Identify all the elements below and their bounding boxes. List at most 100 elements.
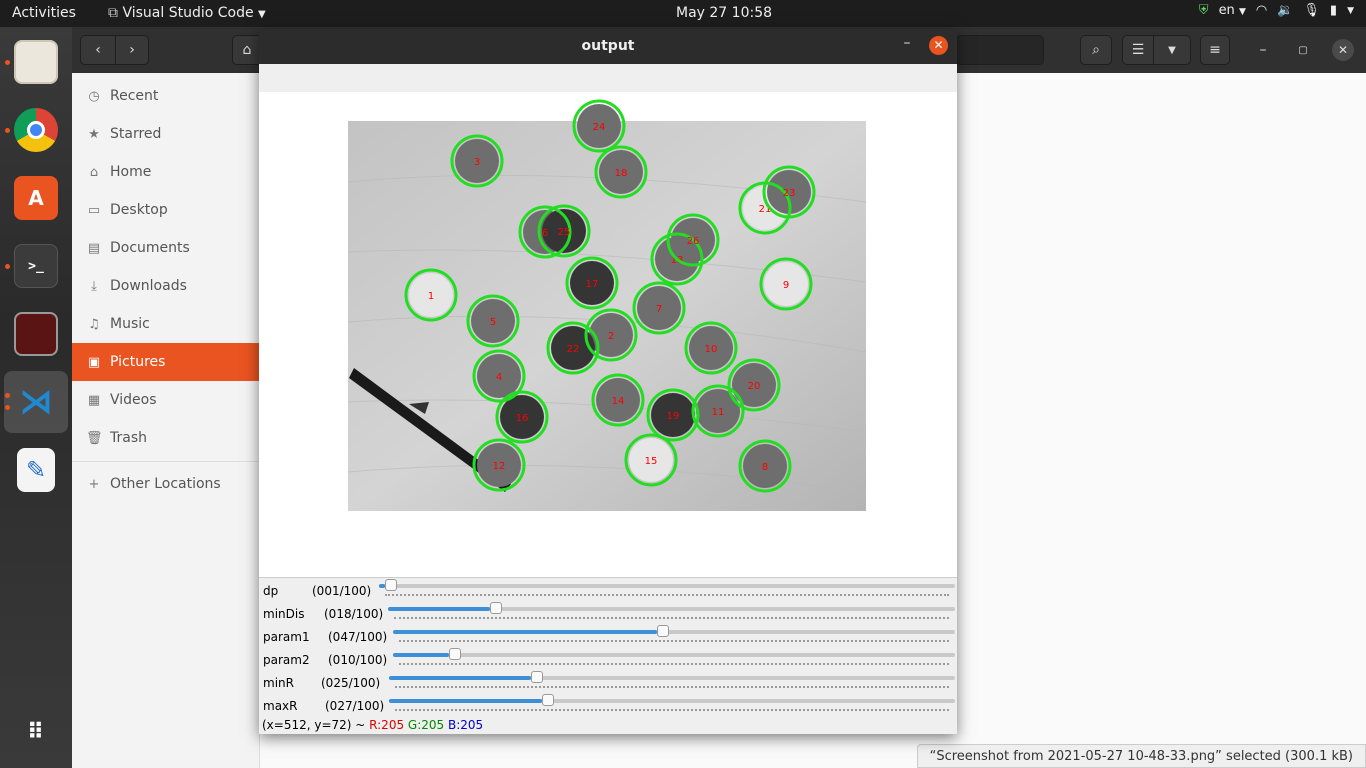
circle-label: 10 xyxy=(705,344,718,355)
running-indicator xyxy=(5,393,10,398)
trackbar-handle[interactable] xyxy=(657,625,670,637)
chevron-right-icon: › xyxy=(129,42,135,58)
circle-label: 26 xyxy=(687,236,700,247)
clock[interactable]: May 27 10:58 xyxy=(676,5,772,21)
circle-label: 22 xyxy=(567,344,580,355)
trackbar-param1: param1 (047/100) xyxy=(259,625,957,649)
trackbar-fill xyxy=(389,676,531,680)
trackbar-slider[interactable] xyxy=(388,602,955,614)
software-store-icon: A xyxy=(14,176,58,220)
close-button[interactable]: ✕ xyxy=(929,36,948,55)
circle-label: 15 xyxy=(645,456,658,467)
maximize-icon: ▢ xyxy=(1298,44,1308,56)
detected-circles-image: 1234567891011121314151617181920212223242… xyxy=(347,99,867,511)
text-editor-launcher[interactable]: ✎ xyxy=(4,439,68,501)
circle-label: 24 xyxy=(593,122,606,133)
pencil-icon: ✎ xyxy=(17,448,55,492)
image-canvas[interactable]: 1 2 3 4 5 6 7 8 9 10 11 12 13 14 15 16 17 18 19 20 21 22 23 24 2… xyxy=(259,92,957,577)
sidebar-item-recent[interactable]: ◷ Recent xyxy=(72,77,260,115)
sidebar-item-pictures[interactable]: ▣ Pictures xyxy=(72,343,260,381)
minimize-button[interactable]: – xyxy=(897,35,917,55)
opencv-output-window: output – ✕ 1 2 3 4 5 6 7 8 9 10 11 12 13… xyxy=(259,29,957,734)
trackbar-value: (001/100) xyxy=(312,584,372,598)
view-options-button[interactable]: ▼ xyxy=(1153,35,1191,65)
minimize-button[interactable]: – xyxy=(1252,35,1274,65)
trackbar-fill xyxy=(393,630,658,634)
trackbar-mindis: minDis (018/100) xyxy=(259,602,957,626)
show-applications-button[interactable]: ⠿ xyxy=(4,701,68,763)
top-bar: Activities ⧉ Visual Studio Code ▼ May 27… xyxy=(0,0,1366,27)
sidebar-item-videos[interactable]: ▦ Videos xyxy=(72,381,260,419)
circle-label: 17 xyxy=(586,279,599,290)
sidebar-item-trash[interactable]: 🗑 Trash xyxy=(72,419,260,457)
circle-label: 18 xyxy=(615,168,628,179)
trackbar-handle[interactable] xyxy=(541,694,554,706)
sidebar-item-music[interactable]: ♫ Music xyxy=(72,305,260,343)
list-view-button[interactable]: ☰ xyxy=(1122,35,1154,65)
star-icon: ★ xyxy=(88,126,100,142)
music-icon: ♫ xyxy=(88,316,100,332)
trackbar-fill xyxy=(379,584,385,588)
trackbar-slider[interactable] xyxy=(393,648,955,660)
language-indicator[interactable]: en ▼ xyxy=(1219,3,1246,18)
trackbar-slider[interactable] xyxy=(389,671,955,683)
red-value: R:205 xyxy=(369,718,405,732)
editor-app-launcher[interactable] xyxy=(4,303,68,365)
files-launcher[interactable] xyxy=(4,31,68,93)
trackbar-handle[interactable] xyxy=(384,579,397,591)
trackbar-label: param1 xyxy=(263,630,310,644)
pixel-status-bar: (x=512, y=72) ~ R:205 G:205 B:205 xyxy=(262,718,483,732)
app-menu[interactable]: ⧉ Visual Studio Code ▼ xyxy=(108,5,266,21)
trackbar-slider[interactable] xyxy=(393,625,955,637)
system-tray[interactable]: ⛨ en ▼ ◠ 🔉 🎙 ▮ ▼ xyxy=(1199,3,1354,18)
circle-label: 1 xyxy=(428,291,434,302)
sidebar-item-downloads[interactable]: ⤓ Downloads xyxy=(72,267,260,305)
trackbar-slider[interactable] xyxy=(379,579,955,591)
close-button[interactable]: ✕ xyxy=(1332,39,1354,61)
activities-button[interactable]: Activities xyxy=(12,5,76,21)
trackbar-handle[interactable] xyxy=(530,671,543,683)
clock-icon: ◷ xyxy=(88,88,100,104)
trackbar-handle[interactable] xyxy=(490,602,503,614)
circle-label: 7 xyxy=(656,304,662,315)
home-path-button[interactable]: ⌂ xyxy=(232,35,262,65)
terminal-launcher[interactable]: >_ xyxy=(4,235,68,297)
menu-button[interactable]: ≡ xyxy=(1200,35,1230,65)
vscode-launcher[interactable]: ⋊ xyxy=(4,371,68,433)
trash-icon: 🗑 xyxy=(86,430,103,446)
sidebar-item-home[interactable]: ⌂ Home xyxy=(72,153,260,191)
window-titlebar[interactable]: output – ✕ xyxy=(259,29,957,64)
files-icon xyxy=(14,40,58,84)
software-launcher[interactable]: A xyxy=(4,167,68,229)
forward-button[interactable]: › xyxy=(115,35,149,65)
trackbar-ticks xyxy=(399,663,949,666)
green-value: G:205 xyxy=(407,718,445,732)
sidebar-item-desktop[interactable]: ▭ Desktop xyxy=(72,191,260,229)
trackbar-handle[interactable] xyxy=(449,648,462,660)
vscode-icon: ⋊ xyxy=(19,382,53,422)
chrome-icon xyxy=(14,108,58,152)
sidebar-item-documents[interactable]: ▤ Documents xyxy=(72,229,260,267)
trackbar-slider[interactable] xyxy=(389,694,955,706)
sidebar-item-label: Downloads xyxy=(110,278,187,294)
sidebar-item-starred[interactable]: ★ Starred xyxy=(72,115,260,153)
sidebar-item-other-locations[interactable]: + Other Locations xyxy=(72,465,260,503)
maximize-button[interactable]: ▢ xyxy=(1292,35,1314,65)
circle-label: 3 xyxy=(474,157,480,168)
circle-label: 16 xyxy=(516,413,529,424)
back-button[interactable]: ‹ xyxy=(80,35,116,65)
circle-label: 11 xyxy=(712,407,725,418)
home-icon: ⌂ xyxy=(242,42,252,58)
terminal-icon: >_ xyxy=(14,244,58,288)
sidebar: ◷ Recent ★ Starred ⌂ Home ▭ Desktop ▤ Documents ⤓ D… xyxy=(72,73,260,768)
circle-label: 6 xyxy=(542,228,548,239)
search-button[interactable]: ⌕ xyxy=(1080,35,1112,65)
chrome-launcher[interactable] xyxy=(4,99,68,161)
download-icon: ⤓ xyxy=(91,278,97,294)
path-bar[interactable] xyxy=(956,35,1044,65)
circle-label: 19 xyxy=(667,411,680,422)
trackbar-param2: param2 (010/100) xyxy=(259,648,957,672)
circle-label: 23 xyxy=(783,188,796,199)
trackbar-fill xyxy=(388,607,491,611)
volume-icon: 🔉 xyxy=(1277,3,1294,18)
